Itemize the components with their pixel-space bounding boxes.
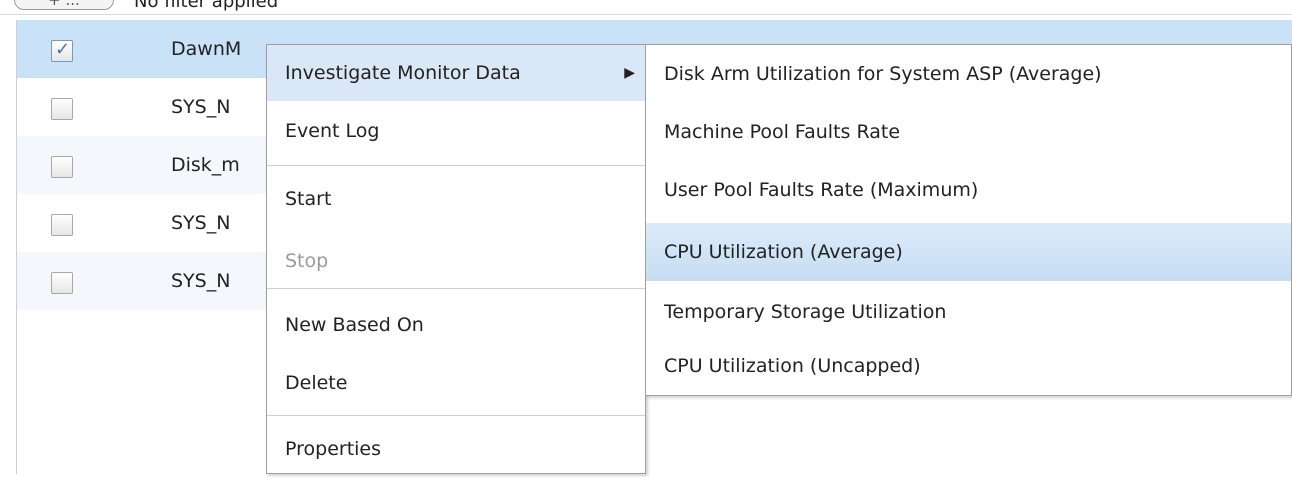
submenu-item-disk-arm-utilization[interactable]: Disk Arm Utilization for System ASP (Ave… — [646, 45, 1291, 103]
filter-button[interactable]: + ... — [14, 0, 114, 10]
menu-item-properties[interactable]: Properties — [267, 421, 645, 477]
monitor-name[interactable]: SYS_N — [171, 78, 230, 136]
menu-item-event-log[interactable]: Event Log — [267, 103, 645, 159]
monitor-name[interactable]: SYS_N — [171, 194, 230, 252]
monitor-name[interactable]: Disk_m — [171, 136, 240, 194]
menu-item-label: Start — [285, 188, 332, 210]
menu-item-investigate-monitor-data[interactable]: Investigate Monitor Data ▶ — [267, 45, 645, 101]
menu-item-label: Properties — [285, 438, 382, 460]
submenu-arrow-icon: ▶ — [624, 65, 635, 81]
menu-separator — [267, 165, 645, 166]
monitor-name[interactable]: SYS_N — [171, 252, 230, 310]
monitor-name[interactable]: DawnM — [171, 20, 241, 78]
menu-item-label: Event Log — [285, 120, 380, 142]
menu-item-stop: Stop — [267, 233, 645, 289]
submenu-item-user-pool-faults[interactable]: User Pool Faults Rate (Maximum) — [646, 161, 1291, 219]
filter-status-text: No filter applied — [134, 0, 279, 12]
submenu-item-cpu-utilization-uncapped[interactable]: CPU Utilization (Uncapped) — [646, 337, 1291, 395]
row-checkbox[interactable] — [51, 98, 73, 120]
row-checkbox[interactable]: ✓ — [51, 39, 73, 62]
investigate-monitor-data-submenu: Disk Arm Utilization for System ASP (Ave… — [645, 44, 1292, 396]
menu-item-new-based-on[interactable]: New Based On — [267, 297, 645, 353]
submenu-item-temporary-storage-utilization[interactable]: Temporary Storage Utilization — [646, 283, 1291, 341]
filter-bar: + ... No filter applied — [0, 0, 1292, 15]
row-checkbox[interactable] — [51, 272, 73, 294]
row-checkbox[interactable] — [51, 156, 73, 178]
context-menu: Investigate Monitor Data ▶ Event Log Sta… — [266, 44, 646, 474]
menu-separator — [267, 415, 645, 416]
menu-item-start[interactable]: Start — [267, 171, 645, 227]
menu-item-label: Investigate Monitor Data — [285, 62, 521, 84]
menu-item-delete[interactable]: Delete — [267, 355, 645, 411]
check-icon: ✓ — [55, 39, 71, 60]
row-checkbox[interactable] — [51, 214, 73, 236]
menu-item-label: Stop — [285, 250, 329, 272]
menu-item-label: Delete — [285, 372, 348, 394]
menu-item-label: New Based On — [285, 314, 424, 336]
menu-separator — [267, 288, 645, 289]
submenu-item-machine-pool-faults[interactable]: Machine Pool Faults Rate — [646, 103, 1291, 161]
submenu-item-cpu-utilization-average[interactable]: CPU Utilization (Average) — [646, 223, 1291, 281]
